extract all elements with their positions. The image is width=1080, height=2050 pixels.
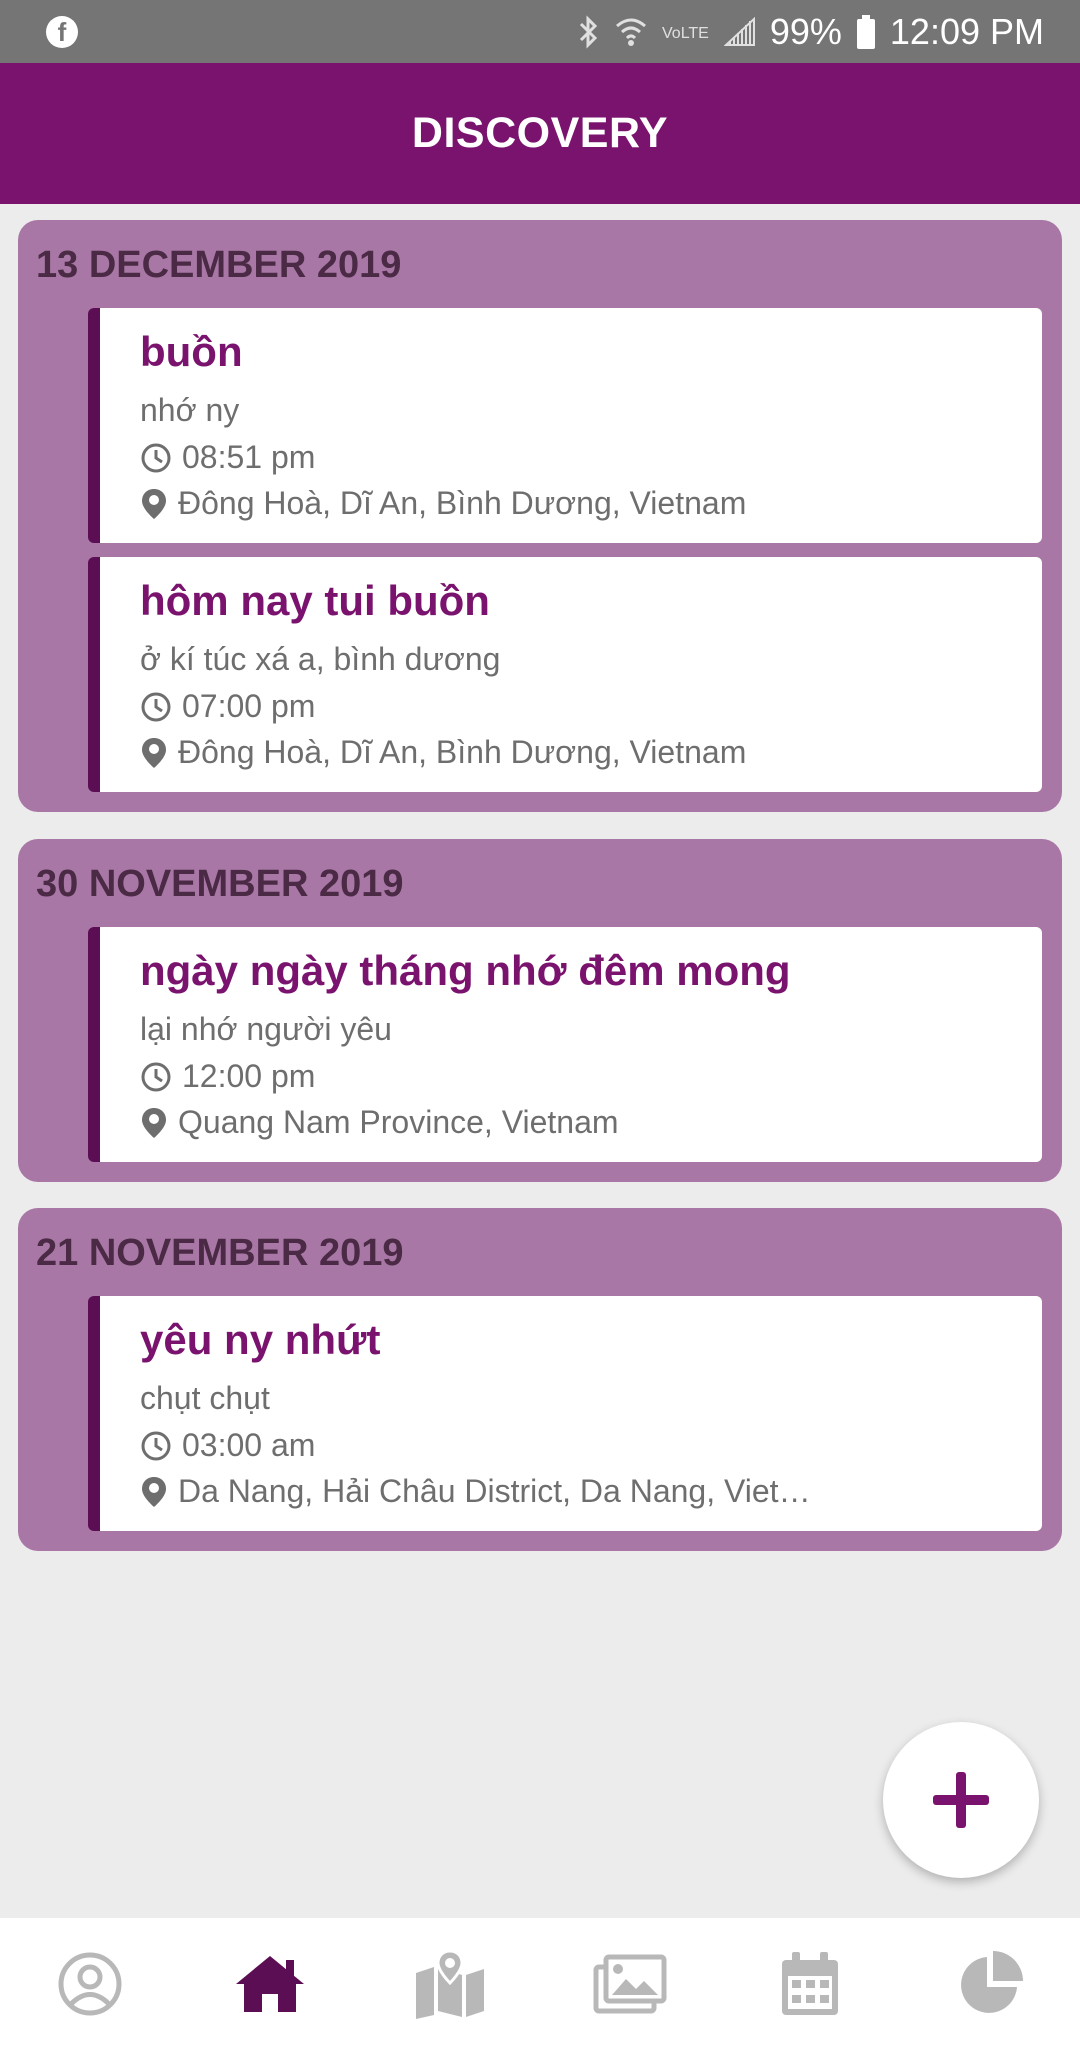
clock-icon: [141, 692, 171, 721]
entry-note: lại nhớ người yêu: [140, 1011, 392, 1047]
entry-card[interactable]: yêu ny nhứt chụt chụt 03:00 am Da Nang, …: [88, 1296, 1042, 1531]
profile-icon: [58, 1952, 122, 2016]
battery-percent: 99%: [769, 10, 842, 52]
entry-location-row: Quang Nam Province, Vietnam: [140, 1104, 619, 1141]
vowifi-icon: VoLTE: [662, 25, 709, 42]
calendar-icon: [782, 1952, 838, 2015]
entry-note: chụt chụt: [140, 1380, 270, 1416]
group-date: 21 NOVEMBER 2019: [36, 1232, 404, 1274]
entry-title: ngày ngày tháng nhớ đêm mong: [140, 947, 791, 994]
status-bar: f VoLTE 99% 12:09 PM: [0, 0, 1080, 63]
group-date: 30 NOVEMBER 2019: [36, 863, 404, 905]
entry-note: ở kí túc xá a, bình dương: [140, 641, 501, 677]
entry-location-row: Đông Hoà, Dĩ An, Bình Dương, Vietnam: [140, 734, 746, 771]
entry-card[interactable]: hôm nay tui buồn ở kí túc xá a, bình dươ…: [88, 557, 1042, 792]
date-group: 30 NOVEMBER 2019 ngày ngày tháng nhớ đêm…: [18, 839, 1062, 1182]
bluetooth-icon: [579, 14, 597, 49]
entry-title: yêu ny nhứt: [140, 1316, 381, 1363]
entry-note: nhớ ny: [140, 392, 240, 428]
location-pin-icon: [142, 1107, 166, 1138]
entry-location-row: Đông Hoà, Dĩ An, Bình Dương, Vietnam: [140, 485, 746, 522]
nav-calendar[interactable]: [750, 1924, 870, 2044]
location-pin-icon: [142, 737, 166, 768]
entry-time-row: 03:00 am: [140, 1427, 315, 1464]
bottom-nav: [0, 1918, 1080, 2050]
entry-location: Quang Nam Province, Vietnam: [178, 1104, 619, 1140]
map-icon: [416, 1949, 484, 2019]
date-group: 21 NOVEMBER 2019 yêu ny nhứt chụt chụt 0…: [18, 1208, 1062, 1551]
entry-time: 08:51 pm: [182, 439, 316, 475]
entry-location-row: Da Nang, Hải Châu District, Da Nang, Vie…: [140, 1473, 811, 1510]
facebook-icon: f: [46, 16, 78, 48]
clock-icon: [141, 443, 171, 472]
entry-time-row: 08:51 pm: [140, 439, 315, 476]
plus-icon: [933, 1772, 989, 1828]
svg-text:VoLTE: VoLTE: [662, 25, 709, 42]
add-entry-button[interactable]: [883, 1722, 1039, 1878]
nav-stats[interactable]: [930, 1924, 1050, 2044]
entry-time: 03:00 am: [182, 1427, 316, 1463]
entry-title: buồn: [140, 328, 243, 375]
location-pin-icon: [142, 1476, 166, 1507]
signal-icon: [723, 16, 755, 46]
status-icons: VoLTE 99% 12:09 PM: [578, 0, 1044, 63]
entry-location: Đông Hoà, Dĩ An, Bình Dương, Vietnam: [178, 734, 747, 770]
clock-icon: [141, 1431, 171, 1460]
entry-time: 12:00 pm: [182, 1058, 316, 1094]
clock-icon: [141, 1062, 171, 1091]
gallery-icon: [593, 1954, 667, 2014]
home-icon: [236, 1956, 304, 2012]
nav-profile[interactable]: [30, 1924, 150, 2044]
entry-location: Đông Hoà, Dĩ An, Bình Dương, Vietnam: [178, 485, 747, 521]
group-date: 13 DECEMBER 2019: [36, 244, 402, 286]
entry-time-row: 07:00 pm: [140, 688, 315, 725]
page-title: DISCOVERY: [411, 109, 669, 157]
entry-location: Da Nang, Hải Châu District, Da Nang, Vie…: [178, 1473, 811, 1509]
entry-card[interactable]: buồn nhớ ny 08:51 pm Đông Hoà, Dĩ An, Bì…: [88, 308, 1042, 543]
app-bar: DISCOVERY: [0, 63, 1080, 204]
nav-home[interactable]: [210, 1924, 330, 2044]
nav-map[interactable]: [390, 1924, 510, 2044]
wifi-icon: [615, 18, 646, 46]
entry-time: 07:00 pm: [182, 688, 316, 724]
entry-title: hôm nay tui buồn: [140, 577, 490, 624]
nav-gallery[interactable]: [570, 1924, 690, 2044]
battery-icon: [856, 14, 875, 49]
stats-icon: [961, 1951, 1023, 2013]
entry-time-row: 12:00 pm: [140, 1058, 315, 1095]
location-pin-icon: [142, 488, 166, 519]
date-group: 13 DECEMBER 2019 buồn nhớ ny 08:51 pm Đô…: [18, 220, 1062, 812]
entry-card[interactable]: ngày ngày tháng nhớ đêm mong lại nhớ ngư…: [88, 927, 1042, 1162]
clock: 12:09 PM: [889, 10, 1044, 52]
